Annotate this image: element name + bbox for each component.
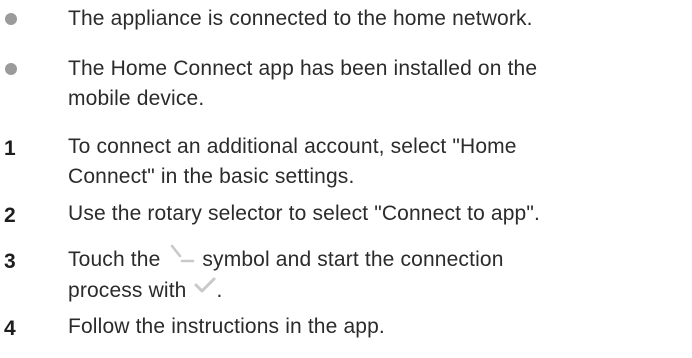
step-text: Use the rotary selector to select "Conne… <box>68 199 688 229</box>
step-number: 1 <box>4 137 16 160</box>
text-fragment: symbol and start the connection <box>196 248 504 272</box>
step-number: 3 <box>4 250 16 273</box>
bullet-dot-icon <box>5 13 17 25</box>
text-line: Connect" in the basic settings. <box>68 165 355 188</box>
text-line: To connect an additional account, select… <box>68 135 517 158</box>
step-text: Follow the instructions in the app. <box>68 312 688 342</box>
text-line: Touch the symbol and start the connectio… <box>68 243 688 276</box>
checkmark-icon <box>193 274 217 304</box>
step-item: 3 Touch the symbol and start the connect… <box>0 243 688 306</box>
text-fragment: Touch the <box>68 248 167 272</box>
step-item: 1 To connect an additional account, sele… <box>0 132 688 192</box>
text-line: Use the rotary selector to select "Conne… <box>68 202 540 225</box>
prerequisite-item: The Home Connect app has been installed … <box>0 54 688 114</box>
step-item: 4 Follow the instructions in the app. <box>0 312 688 342</box>
text-line: The Home Connect app has been installed … <box>68 57 538 80</box>
instruction-document: The appliance is connected to the home n… <box>0 0 692 358</box>
bullet-marker <box>0 54 68 84</box>
text-line: The appliance is connected to the home n… <box>68 7 533 30</box>
text-line: Follow the instructions in the app. <box>68 315 385 338</box>
text-line: mobile device. <box>68 87 205 110</box>
text-fragment: . <box>216 279 223 302</box>
prerequisite-item: The appliance is connected to the home n… <box>0 4 688 34</box>
bullet-dot-icon <box>5 63 17 75</box>
step-marker: 3 <box>0 245 68 275</box>
step-text: Touch the symbol and start the connectio… <box>68 243 688 306</box>
step-item: 2 Use the rotary selector to select "Con… <box>0 199 688 229</box>
prerequisite-text: The appliance is connected to the home n… <box>68 4 688 34</box>
text-fragment: process with <box>68 279 193 302</box>
connect-symbol-icon <box>166 243 196 274</box>
prerequisite-text: The Home Connect app has been installed … <box>68 54 688 114</box>
text-line: process with . <box>68 276 688 306</box>
step-marker: 1 <box>0 132 68 162</box>
step-number: 2 <box>4 204 16 227</box>
step-number: 4 <box>4 317 16 340</box>
step-text: To connect an additional account, select… <box>68 132 688 192</box>
bullet-marker <box>0 4 68 34</box>
step-marker: 4 <box>0 312 68 342</box>
step-marker: 2 <box>0 199 68 229</box>
